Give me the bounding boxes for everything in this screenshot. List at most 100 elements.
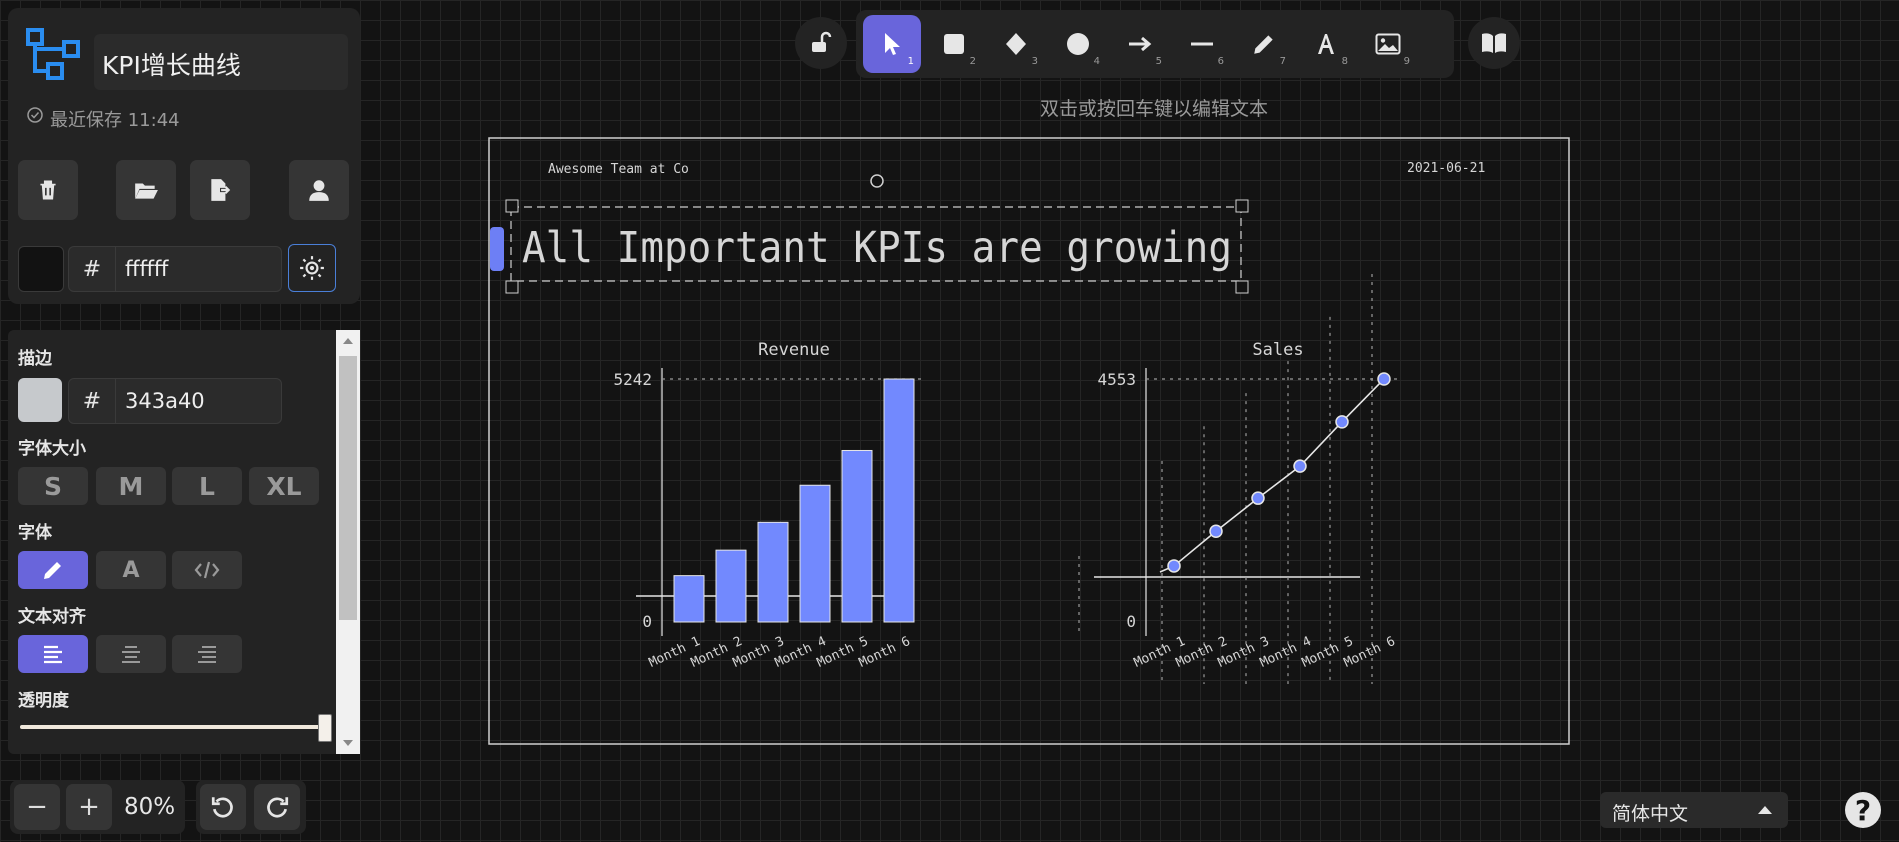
canvas-bg-hex-input[interactable]: # ffffff: [68, 246, 282, 292]
x-tick-label[interactable]: Month 2: [1174, 634, 1230, 671]
tool-arrow[interactable]: 5: [1111, 15, 1169, 73]
zoom-in-button[interactable]: +: [66, 784, 112, 830]
data-point[interactable]: [1377, 372, 1391, 386]
font-size-s[interactable]: S: [18, 467, 88, 505]
folder-open-icon: [135, 183, 158, 199]
x-tick-label[interactable]: Month 1: [647, 634, 703, 671]
font-code-button[interactable]: [172, 551, 242, 589]
line-icon: [1191, 42, 1213, 46]
collaborate-button[interactable]: [289, 160, 349, 220]
headline[interactable]: All Important KPIs are growing: [522, 223, 1232, 273]
x-tick-label[interactable]: Month 5: [815, 634, 871, 671]
font-handwritten-button[interactable]: [18, 551, 88, 589]
resize-handle[interactable]: [1235, 199, 1249, 213]
open-button[interactable]: [116, 160, 176, 220]
redo-button[interactable]: [254, 784, 300, 830]
bar[interactable]: [673, 575, 705, 623]
chart-title[interactable]: Revenue: [758, 340, 830, 360]
trash-icon: [40, 180, 56, 200]
undo-button[interactable]: [200, 784, 246, 830]
series-line[interactable]: [1159, 378, 1385, 573]
file-title-input[interactable]: KPI增长曲线: [94, 34, 348, 90]
header-team[interactable]: Awesome Team at Co: [548, 162, 689, 177]
align-left-button[interactable]: [18, 635, 88, 673]
data-point[interactable]: [1293, 459, 1307, 473]
help-button[interactable]: ?: [1845, 792, 1881, 828]
y-tick-label[interactable]: 4553: [1097, 370, 1136, 389]
arrow-icon: [1129, 36, 1152, 52]
x-tick-label[interactable]: Month 5: [1300, 634, 1356, 671]
book-icon: [1482, 33, 1506, 53]
tool-pencil[interactable]: 7: [1235, 15, 1293, 73]
x-tick-label[interactable]: Month 1: [1132, 634, 1188, 671]
tool-ellipse[interactable]: 4: [1049, 15, 1107, 73]
align-right-button[interactable]: [172, 635, 242, 673]
sales-chart[interactable]: Sales45530Month 1Month 2Month 3Month 4Mo…: [1078, 274, 1400, 684]
x-tick-label[interactable]: Month 2: [689, 634, 745, 671]
stroke-hex: 343a40: [125, 389, 205, 413]
data-point[interactable]: [1335, 415, 1349, 429]
stroke-swatch[interactable]: [18, 378, 62, 422]
bar[interactable]: [715, 549, 747, 623]
x-tick-label[interactable]: Month 6: [857, 634, 913, 671]
revenue-chart[interactable]: Revenue 5242 0 Month 1Month 2Month 3Month 4…: [613, 340, 922, 671]
tool-line[interactable]: 6: [1173, 15, 1231, 73]
zoom-level[interactable]: 80%: [124, 794, 175, 820]
theme-toggle-button[interactable]: [288, 244, 336, 292]
data-point[interactable]: [1251, 491, 1265, 505]
tool-select[interactable]: 1: [863, 15, 921, 73]
language-selected: 简体中文: [1612, 803, 1689, 825]
zoom-out-button[interactable]: −: [14, 784, 60, 830]
x-tick-label[interactable]: Month 3: [1216, 634, 1272, 671]
align-right-icon: [198, 646, 216, 663]
ellipse-icon: [1067, 33, 1089, 55]
tool-rectangle[interactable]: 2: [925, 15, 983, 73]
cursor-icon: [885, 33, 900, 55]
font-size-m[interactable]: M: [96, 467, 166, 505]
scrollbar-thumb[interactable]: [339, 356, 357, 620]
diamond-icon: [1006, 33, 1026, 55]
font-size-xl[interactable]: XL: [249, 467, 319, 505]
chart-title[interactable]: Sales: [1252, 340, 1303, 360]
y-tick-label[interactable]: 0: [1126, 612, 1136, 631]
tool-diamond[interactable]: 3: [987, 15, 1045, 73]
y-tick-label[interactable]: 0: [642, 612, 652, 631]
bar[interactable]: [799, 484, 831, 623]
stroke-hex-input[interactable]: # 343a40: [68, 378, 282, 424]
y-tick-label[interactable]: 5242: [613, 370, 652, 389]
tool-text[interactable]: 8: [1297, 15, 1355, 73]
opacity-slider[interactable]: [20, 714, 332, 742]
language-select[interactable]: 简体中文: [1600, 792, 1788, 828]
saved-check-icon: [26, 106, 44, 124]
scroll-up-icon[interactable]: [343, 338, 353, 344]
data-point[interactable]: [1167, 559, 1181, 573]
resize-handle[interactable]: [505, 280, 519, 294]
header-date[interactable]: 2021-06-21: [1407, 161, 1485, 176]
opacity-thumb[interactable]: [318, 714, 332, 742]
scrollbar[interactable]: [336, 330, 360, 754]
bar[interactable]: [757, 521, 789, 623]
x-tick-label[interactable]: Month 3: [731, 634, 787, 671]
lock-button[interactable]: [795, 17, 847, 69]
align-center-button[interactable]: [96, 635, 166, 673]
data-point[interactable]: [1209, 524, 1223, 539]
bar[interactable]: [883, 378, 915, 623]
x-tick-label[interactable]: Month 4: [1258, 634, 1314, 671]
rotate-handle[interactable]: [870, 174, 884, 188]
tool-image[interactable]: 9: [1359, 15, 1417, 73]
scroll-down-icon[interactable]: [343, 740, 353, 746]
delete-button[interactable]: [18, 160, 78, 220]
x-tick-label[interactable]: Month 4: [773, 634, 829, 671]
properties-panel: 描边 # 343a40 字体大小 S M L XL 字体 A 文本对齐 透明度: [8, 330, 360, 754]
canvas-bg-swatch[interactable]: [18, 246, 64, 292]
export-button[interactable]: [190, 160, 250, 220]
slide-frame[interactable]: [488, 137, 1570, 745]
x-tick-label[interactable]: Month 6: [1342, 634, 1398, 671]
library-button[interactable]: [1468, 17, 1520, 69]
font-normal-button[interactable]: A: [96, 551, 166, 589]
resize-handle[interactable]: [505, 199, 519, 213]
font-size-l[interactable]: L: [172, 467, 242, 505]
resize-handle[interactable]: [1235, 280, 1249, 294]
bar[interactable]: [841, 449, 873, 623]
pencil-icon: [1254, 35, 1273, 54]
